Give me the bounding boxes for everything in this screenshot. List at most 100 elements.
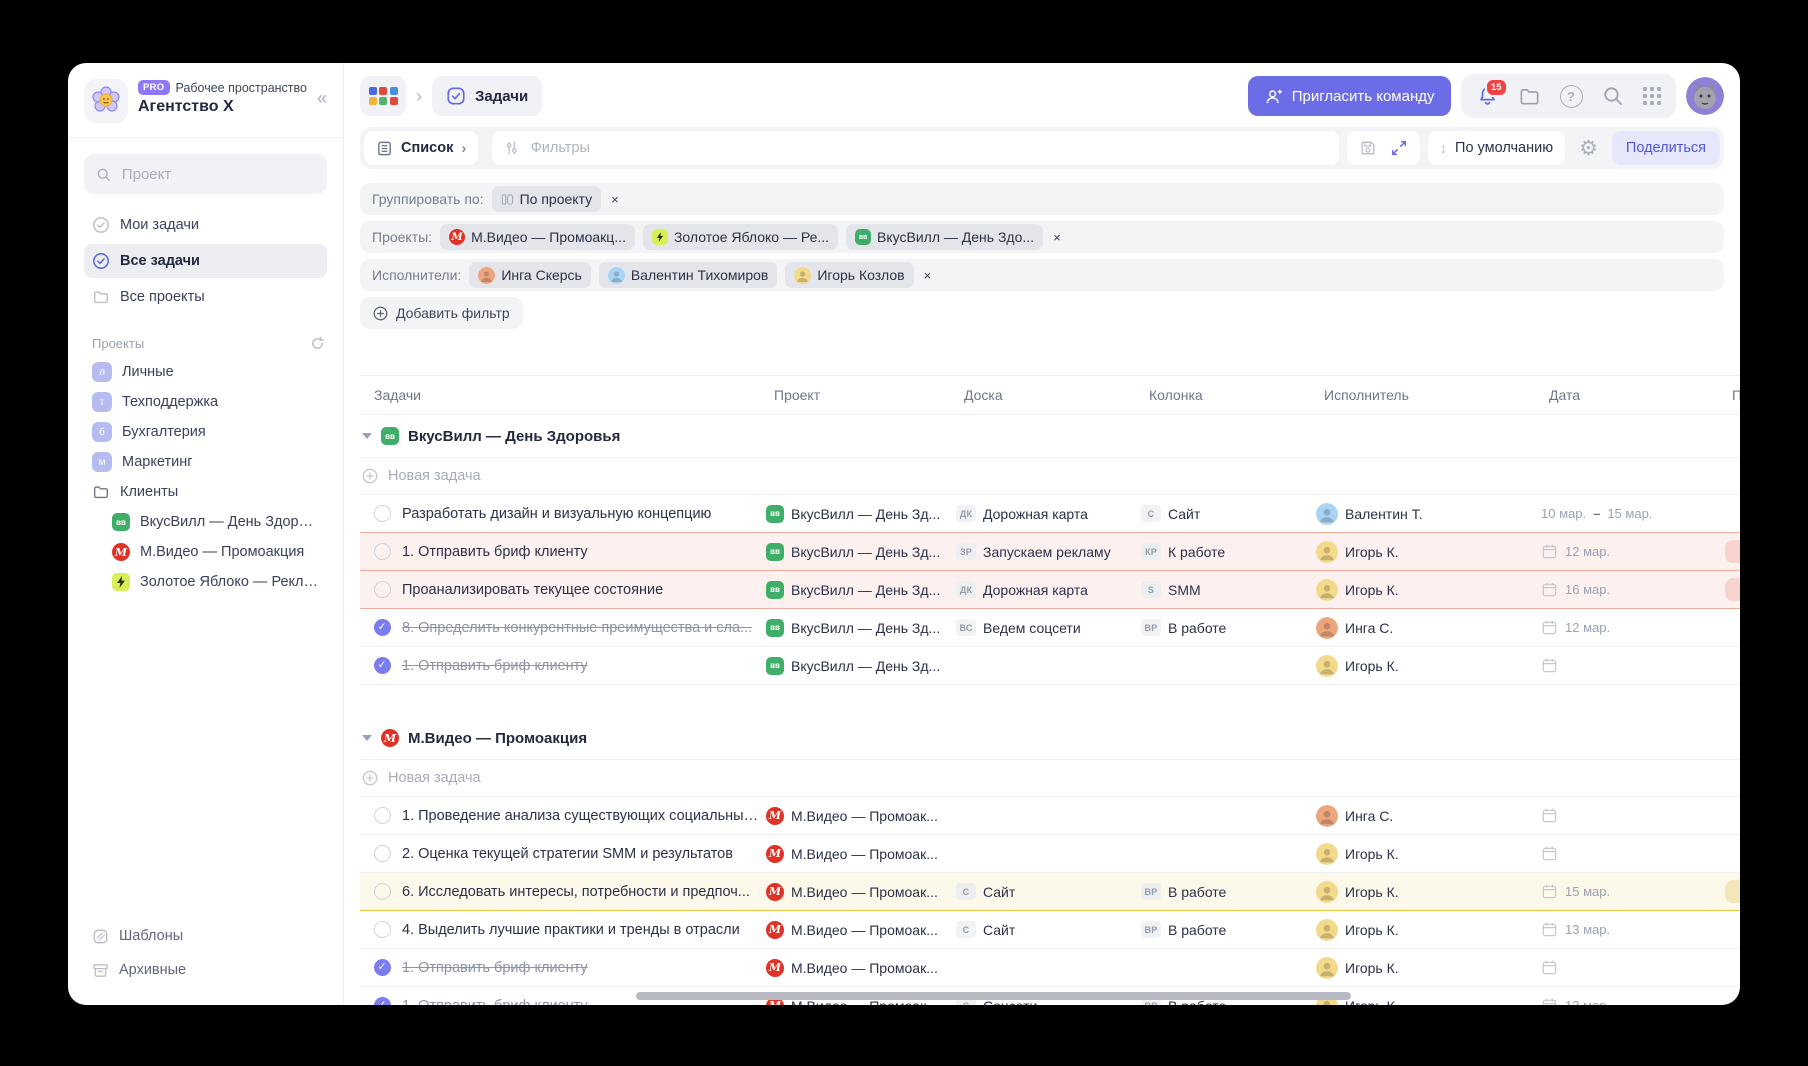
settings-gear-icon[interactable]: ⚙ [1573, 136, 1604, 161]
date-separator: – [1593, 506, 1600, 521]
project-chip-mvideo[interactable]: М М.Видео — Промоакц... [440, 224, 635, 250]
vkusvill-logo: вв [766, 619, 784, 637]
clear-assignees-filter-icon[interactable]: × [922, 268, 934, 283]
column-header-assignee[interactable]: Исполнитель [1310, 387, 1535, 403]
task-checkbox-checked[interactable] [374, 657, 391, 674]
assignee-chip-igor[interactable]: Игорь Козлов [785, 262, 913, 288]
column-header-date[interactable]: Дата [1535, 387, 1718, 403]
sidebar-item-archive[interactable]: Архивные [84, 953, 327, 987]
column-header-board[interactable]: Доска [950, 387, 1135, 403]
task-title: 8. Определить конкурентные преимущества … [402, 620, 752, 636]
sidebar-folder-clients[interactable]: Клиенты [84, 477, 327, 507]
group-header-mvideo[interactable]: М М.Видео — Промоакция [360, 717, 1740, 760]
table-row[interactable]: Разработать дизайн и визуальную концепци… [360, 495, 1740, 533]
notifications-button[interactable]: 15 [1476, 85, 1499, 108]
table-row-due[interactable]: 6. Исследовать интересы, потребности и п… [360, 873, 1740, 911]
assignee-cell: Инга С. [1345, 620, 1393, 636]
task-checkbox[interactable] [374, 505, 391, 522]
column-header-priority[interactable]: П [1718, 387, 1740, 403]
project-chip-vkusvill[interactable]: вв ВкусВилл — День Здо... [846, 224, 1043, 250]
sidebar-project-mvideo[interactable]: М М.Видео — Промоакция [84, 537, 327, 567]
tab-tasks[interactable]: Задачи [432, 76, 542, 116]
user-avatar[interactable] [1686, 77, 1724, 115]
help-button[interactable]: ? [1560, 85, 1583, 108]
apps-grid-button[interactable] [360, 76, 406, 116]
table-row[interactable]: 2. Оценка текущей стратегии SMM и резуль… [360, 835, 1740, 873]
task-checkbox[interactable] [374, 883, 391, 900]
new-task-row[interactable]: Новая задача [360, 760, 1740, 797]
task-checkbox-checked[interactable] [374, 619, 391, 636]
assignee-chip-label: Валентин Тихомиров [631, 267, 769, 283]
clear-projects-filter-icon[interactable]: × [1051, 230, 1063, 245]
column-header-column[interactable]: Колонка [1135, 387, 1310, 403]
sidebar-item-all-tasks[interactable]: Все задачи [84, 244, 327, 278]
mvideo-logo: М [112, 543, 130, 561]
collapse-caret-icon[interactable] [362, 433, 372, 439]
save-icon[interactable] [1359, 139, 1377, 157]
sidebar-project-support[interactable]: т Техподдержка [84, 387, 327, 417]
task-title: 6. Исследовать интересы, потребности и п… [402, 884, 750, 900]
board-cell: Дорожная карта [983, 506, 1088, 522]
column-header-tasks[interactable]: Задачи [360, 387, 760, 403]
project-cell: М.Видео — Промоак... [791, 960, 938, 976]
sidebar-project-marketing[interactable]: м Маркетинг [84, 447, 327, 477]
task-title: 4. Выделить лучшие практики и тренды в о… [402, 922, 740, 938]
filters-input[interactable] [529, 139, 1327, 157]
sidebar-project-accounting[interactable]: б Бухгалтерия [84, 417, 327, 447]
assignee-avatar [1316, 957, 1338, 979]
table-row-overdue[interactable]: 1. Отправить бриф клиенту вв ВкусВилл — … [360, 532, 1740, 571]
table-row-done[interactable]: 1. Отправить бриф клиенту М М.Видео — Пр… [360, 949, 1740, 987]
task-checkbox[interactable] [374, 845, 391, 862]
sidebar-project-personal[interactable]: л Личные [84, 357, 327, 387]
sync-icon[interactable] [310, 336, 325, 351]
sidebar-item-templates[interactable]: Шаблоны [84, 919, 327, 953]
task-checkbox-checked[interactable] [374, 959, 391, 976]
table-row[interactable]: 4. Выделить лучшие практики и тренды в о… [360, 911, 1740, 949]
task-checkbox[interactable] [374, 581, 391, 598]
task-checkbox[interactable] [374, 807, 391, 824]
task-checkbox[interactable] [374, 543, 391, 560]
assignee-chip-inga[interactable]: Инга Скерсь [469, 262, 591, 288]
add-filter-button[interactable]: Добавить фильтр [360, 297, 523, 329]
project-search-input[interactable] [120, 165, 315, 184]
sidebar-project-vkusvill[interactable]: вв ВкусВилл — День Здоров... [84, 507, 327, 537]
column-header-project[interactable]: Проект [760, 387, 950, 403]
sidebar: PRO Рабочее пространство Агентство X « [68, 63, 344, 1005]
projects-list: л Личные т Техподдержка б Бухгалтерия м … [84, 357, 327, 597]
clear-group-by-icon[interactable]: × [609, 192, 621, 207]
new-task-row[interactable]: Новая задача [360, 458, 1740, 495]
task-checkbox[interactable] [374, 921, 391, 938]
project-search[interactable] [84, 154, 327, 194]
invite-team-button[interactable]: Пригласить команду [1248, 76, 1451, 116]
workspace-logo[interactable] [84, 79, 128, 123]
filters-field[interactable] [492, 131, 1339, 165]
table-row-overdue[interactable]: Проанализировать текущее состояние вв Вк… [360, 571, 1740, 609]
expand-icon[interactable] [1390, 139, 1408, 157]
files-button[interactable] [1518, 85, 1541, 108]
sidebar-item-all-projects[interactable]: Все проекты [84, 280, 327, 314]
table-row-done[interactable]: 8. Определить конкурентные преимущества … [360, 609, 1740, 647]
group-header-vkusvill[interactable]: вв ВкусВилл — День Здоровья [360, 415, 1740, 458]
project-chip-zolotoe[interactable]: Золотое Яблоко — Ре... [643, 224, 838, 250]
share-button[interactable]: Поделиться [1612, 131, 1720, 165]
table-row-done[interactable]: 1. Отправить бриф клиенту вв ВкусВилл — … [360, 647, 1740, 685]
sidebar-project-zolotoe-yabloko[interactable]: Золотое Яблоко — Рекла... [84, 567, 327, 597]
global-search-button[interactable] [1602, 85, 1624, 107]
plus-circle-icon [373, 306, 388, 321]
task-title: 1. Отправить бриф клиенту [402, 544, 588, 560]
task-checkbox-checked[interactable] [374, 997, 391, 1005]
assignee-chip-valentin[interactable]: Валентин Тихомиров [599, 262, 778, 288]
collapse-caret-icon[interactable] [362, 735, 372, 741]
calendar-icon [1541, 657, 1558, 674]
chevron-right-icon: › [461, 140, 466, 157]
sort-dropdown[interactable]: ↕ По умолчанию [1428, 131, 1565, 165]
collapse-sidebar-icon[interactable]: « [317, 89, 327, 107]
group-by-chip[interactable]: По проекту [492, 186, 602, 212]
workspace-header[interactable]: PRO Рабочее пространство Агентство X « [84, 79, 327, 123]
table-row[interactable]: 1. Проведение анализа существующих социа… [360, 797, 1740, 835]
view-switcher[interactable]: Список › [364, 131, 478, 165]
apps-grid-icon [369, 87, 398, 106]
apps-menu-button[interactable] [1643, 87, 1662, 106]
horizontal-scrollbar[interactable] [636, 992, 1351, 1000]
sidebar-item-my-tasks[interactable]: Мои задачи [84, 208, 327, 242]
